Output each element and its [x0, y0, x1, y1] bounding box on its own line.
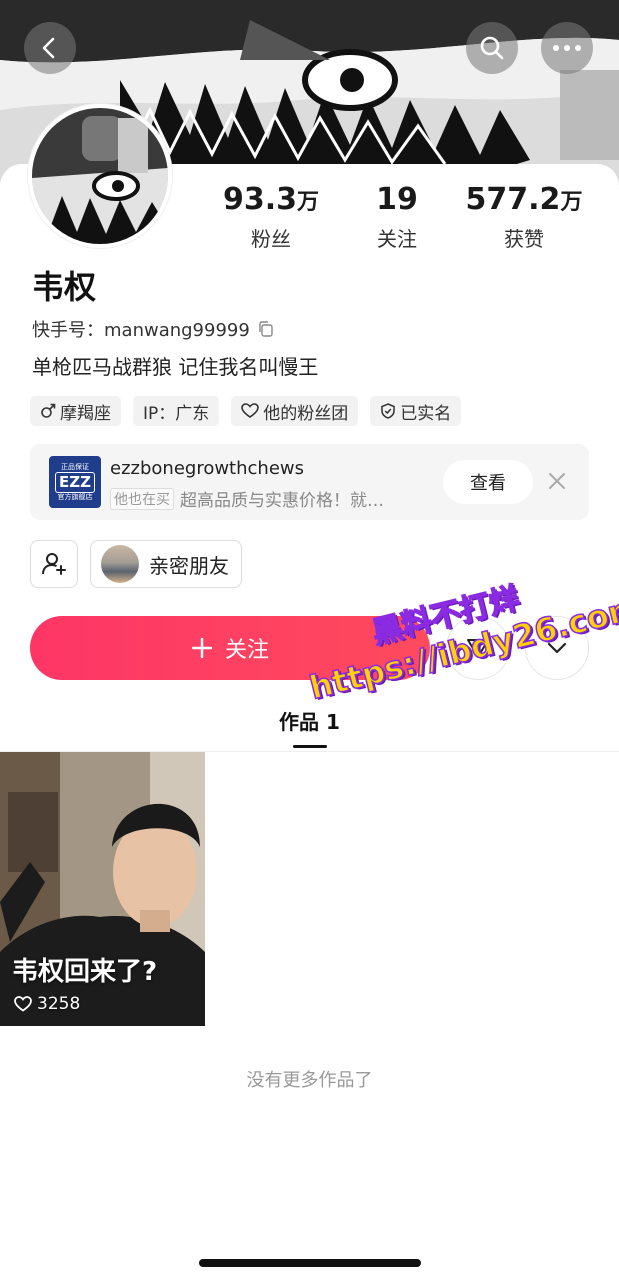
ad-subtitle-row: 他也在买 超高品质与实惠价格！就… — [110, 486, 384, 511]
more-dots-icon — [553, 45, 581, 51]
search-button[interactable] — [466, 22, 518, 74]
add-friend-button[interactable] — [30, 540, 78, 588]
verified-tag: 已实名 — [370, 396, 462, 426]
tab-works[interactable]: 作品 1 — [0, 706, 619, 735]
no-more-works: 没有更多作品了 — [246, 1070, 373, 1091]
expand-recommend-button[interactable] — [525, 616, 589, 680]
video-likes: 3258 — [14, 994, 80, 1014]
profile-name: 韦权 — [32, 268, 97, 306]
follow-button[interactable]: 关注 — [30, 616, 430, 680]
chevron-left-icon — [42, 37, 55, 59]
heart-icon — [14, 996, 32, 1012]
following-stat[interactable]: 19 关注 — [332, 182, 462, 252]
home-indicator — [199, 1259, 421, 1267]
search-icon — [480, 36, 504, 60]
back-button[interactable] — [24, 22, 76, 74]
close-friend-avatar — [101, 545, 139, 583]
male-icon — [41, 403, 56, 418]
avatar[interactable] — [28, 104, 172, 248]
profile-tags: 摩羯座 IP：广东 他的粉丝团 已实名 — [30, 396, 462, 426]
avatar-image — [32, 108, 168, 244]
likes-stat[interactable]: 577.2万 获赞 — [459, 182, 589, 252]
ad-chip: 他也在买 — [110, 487, 174, 510]
shop-ad-card[interactable]: 正品保证 EZZ 官方旗舰店 ezzbonegrowthchews 他也在买 超… — [30, 444, 589, 520]
kuaishou-id: 快手号：manwang99999 — [32, 320, 250, 341]
close-icon[interactable] — [546, 470, 568, 492]
tab-indicator — [293, 745, 327, 748]
more-button[interactable] — [541, 22, 593, 74]
video-card[interactable]: 韦权回来了? 3258 — [0, 752, 205, 1026]
zodiac-tag: 摩羯座 — [30, 396, 121, 426]
ad-view-button[interactable]: 查看 — [443, 460, 533, 504]
profile-bio: 单枪匹马战群狼 记住我名叫慢王 — [32, 355, 319, 379]
kuaishou-id-row: 快手号：manwang99999 — [32, 316, 274, 342]
video-title: 韦权回来了? — [12, 957, 158, 987]
chevron-down-icon — [547, 642, 567, 654]
fans-label: 粉丝 — [251, 227, 291, 251]
ezz-logo: 正品保证 EZZ 官方旗舰店 — [49, 456, 101, 508]
fans-count: 93.3万 — [222, 182, 320, 217]
following-count: 19 — [376, 182, 418, 217]
ad-title: ezzbonegrowthchews — [110, 458, 305, 479]
likes-count: 577.2万 — [465, 182, 583, 217]
shield-check-icon — [381, 403, 396, 419]
send-icon — [467, 639, 489, 658]
close-friends-label: 亲密朋友 — [149, 553, 229, 578]
following-label: 关注 — [377, 227, 417, 251]
message-button[interactable] — [446, 616, 510, 680]
likes-label: 获赞 — [504, 227, 544, 251]
ad-subtitle: 超高品质与实惠价格！就… — [180, 491, 384, 511]
ip-tag: IP：广东 — [133, 396, 220, 426]
copy-icon[interactable] — [258, 321, 274, 337]
add-user-icon — [42, 553, 66, 575]
close-friends-button[interactable]: 亲密朋友 — [90, 540, 242, 588]
fans-stat[interactable]: 93.3万 粉丝 — [206, 182, 336, 252]
plus-icon — [191, 637, 213, 659]
follow-label: 关注 — [224, 638, 269, 663]
fan-club-tag[interactable]: 他的粉丝团 — [231, 396, 359, 426]
heart-handshake-icon — [241, 403, 260, 418]
